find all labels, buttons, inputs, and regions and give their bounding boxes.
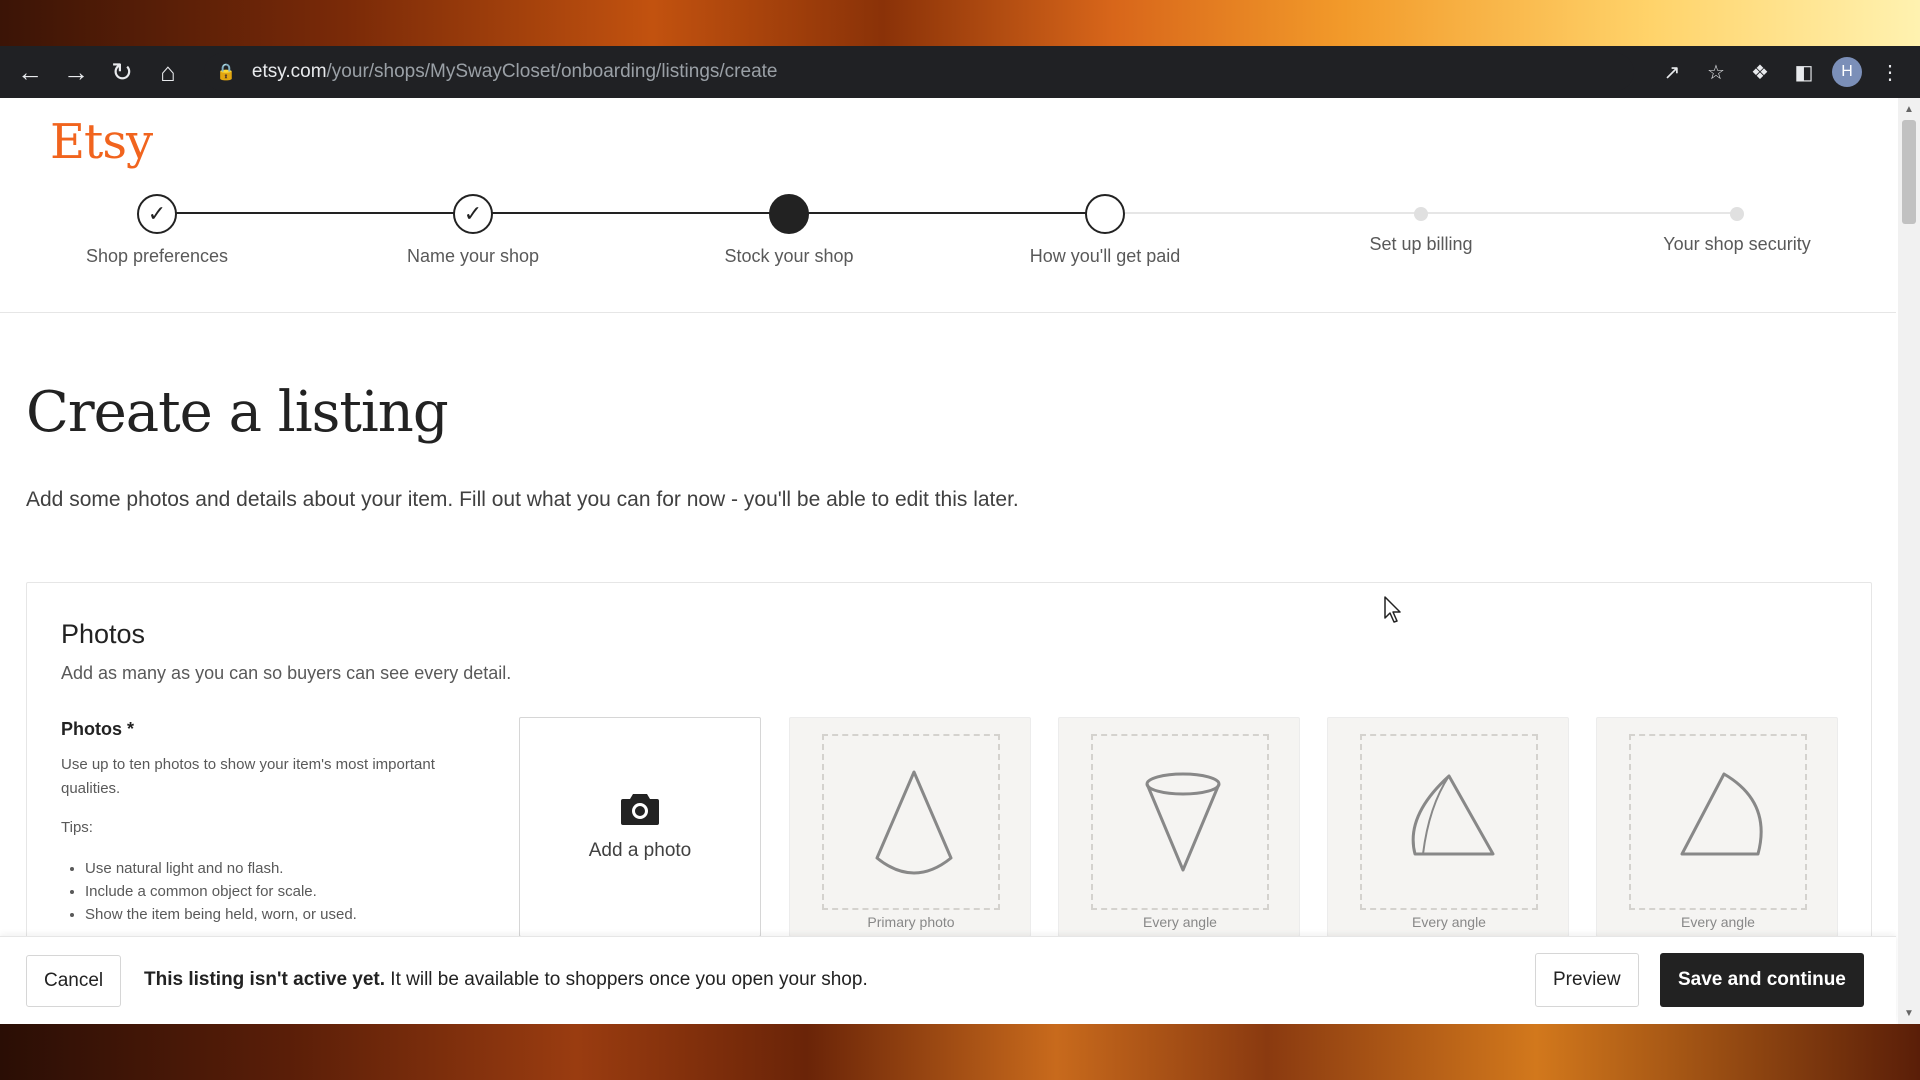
photo-slot-caption: Every angle xyxy=(1681,914,1755,930)
add-photo-button[interactable]: Add a photo xyxy=(519,717,761,937)
desktop-wallpaper-bottom xyxy=(0,1024,1920,1080)
photo-slot-outline xyxy=(1629,734,1807,910)
cone-inverted-icon xyxy=(1145,772,1221,872)
photo-slot-outline xyxy=(822,734,1000,910)
photo-slot-outline xyxy=(1091,734,1269,910)
photos-help-text: Use up to ten photos to show your item's… xyxy=(61,756,435,797)
menu-kebab-icon[interactable]: ⋮ xyxy=(1874,56,1906,88)
lock-icon: 🔒 xyxy=(216,64,236,81)
reload-icon[interactable]: ↻ xyxy=(100,50,144,94)
browser-actions: ↗ ☆ ❖ ◧ H ⋮ xyxy=(1656,56,1906,88)
add-photo-label: Add a photo xyxy=(588,840,692,861)
next-step-circle xyxy=(1085,194,1125,234)
preview-button[interactable]: Preview xyxy=(1535,953,1639,1007)
save-and-continue-button[interactable]: Save and continue xyxy=(1660,953,1864,1007)
step-name-your-shop: ✓ Name your shop xyxy=(353,194,593,267)
cancel-button[interactable]: Cancel xyxy=(26,955,122,1007)
address-bar[interactable]: 🔒 etsy.com /your/shops/MySwayCloset/onbo… xyxy=(204,53,1634,91)
page-title: Create a listing xyxy=(26,380,449,445)
photo-slot-angle[interactable]: Every angle xyxy=(1327,717,1569,937)
step-label: How you'll get paid xyxy=(1029,246,1181,266)
bookmark-star-icon[interactable]: ☆ xyxy=(1700,56,1732,88)
step-set-up-billing: Set up billing xyxy=(1301,194,1541,255)
header-divider xyxy=(0,312,1896,313)
tips-list: Use natural light and no flash. Include … xyxy=(85,857,357,926)
scroll-thumb[interactable] xyxy=(1902,120,1916,224)
tip-item: Show the item being held, worn, or used. xyxy=(85,903,357,926)
step-shop-preferences: ✓ Shop preferences xyxy=(37,194,277,267)
tips-label: Tips: xyxy=(61,819,93,836)
browser-toolbar: ← → ↻ ⌂ 🔒 etsy.com /your/shops/MySwayClo… xyxy=(0,46,1920,98)
photo-slot-angle[interactable]: Every angle xyxy=(1596,717,1838,937)
current-step-dot xyxy=(769,194,809,234)
step-label: Your shop security xyxy=(1663,234,1811,254)
photo-slot-angle[interactable]: Every angle xyxy=(1058,717,1300,937)
home-icon[interactable]: ⌂ xyxy=(146,50,190,94)
page-viewport: Etsy ✓ Shop preferences ✓ Name your shop… xyxy=(0,98,1920,1024)
photo-slot-caption: Every angle xyxy=(1143,914,1217,930)
tip-item: Use natural light and no flash. xyxy=(85,857,357,880)
upcoming-step-dot xyxy=(1414,207,1428,221)
forward-icon[interactable]: → xyxy=(54,50,98,94)
onboarding-stepper: ✓ Shop preferences ✓ Name your shop Stoc… xyxy=(0,194,1896,274)
cone-tilted-icon xyxy=(1411,774,1495,856)
tip-item: Include a common object for scale. xyxy=(85,880,357,903)
url-path: /your/shops/MySwayCloset/onboarding/list… xyxy=(326,61,778,82)
back-icon[interactable]: ← xyxy=(8,50,52,94)
photos-heading: Photos xyxy=(61,619,146,649)
photo-slot-outline xyxy=(1360,734,1538,910)
page-subtitle: Add some photos and details about your i… xyxy=(26,488,1019,511)
etsy-logo[interactable]: Etsy xyxy=(50,114,153,170)
extensions-icon[interactable]: ❖ xyxy=(1744,56,1776,88)
photo-slot-caption: Primary photo xyxy=(867,914,955,930)
step-stock-your-shop: Stock your shop xyxy=(669,194,909,267)
step-label: Name your shop xyxy=(406,246,540,266)
photo-slot-primary[interactable]: Primary photo xyxy=(789,717,1031,937)
url-host: etsy.com xyxy=(251,61,327,82)
stepper-progress-line xyxy=(157,212,1105,214)
notice-bold: This listing isn't active yet. xyxy=(144,969,386,990)
profile-avatar[interactable]: H xyxy=(1832,57,1862,87)
step-label: Shop preferences xyxy=(85,246,229,266)
upcoming-step-dot xyxy=(1730,207,1744,221)
listing-inactive-notice: This listing isn't active yet. It will b… xyxy=(144,969,868,991)
mouse-cursor-icon xyxy=(1384,596,1401,623)
photos-description: Add as many as you can so buyers can see… xyxy=(61,663,512,683)
camera-icon xyxy=(621,794,659,825)
cone-upright-icon xyxy=(875,770,953,875)
photo-slot-caption: Every angle xyxy=(1412,914,1486,930)
step-label: Stock your shop xyxy=(724,246,854,266)
page-scrollbar[interactable]: ▲ ▼ xyxy=(1898,98,1920,1024)
step-label: Set up billing xyxy=(1369,234,1473,254)
scroll-down-icon[interactable]: ▼ xyxy=(1898,1004,1920,1022)
share-icon[interactable]: ↗ xyxy=(1656,56,1688,88)
desktop-wallpaper-top xyxy=(0,0,1920,46)
scroll-up-icon[interactable]: ▲ xyxy=(1898,100,1920,118)
listing-action-bar: Cancel This listing isn't active yet. It… xyxy=(0,936,1896,1024)
step-your-shop-security: Your shop security xyxy=(1617,194,1857,255)
notice-text: It will be available to shoppers once yo… xyxy=(385,969,868,990)
side-panel-icon[interactable]: ◧ xyxy=(1788,56,1820,88)
check-icon: ✓ xyxy=(137,194,177,234)
photos-field-label: Photos * xyxy=(61,719,135,739)
cone-side-icon xyxy=(1680,772,1763,856)
step-how-youll-get-paid: How you'll get paid xyxy=(985,194,1225,267)
check-icon: ✓ xyxy=(453,194,493,234)
